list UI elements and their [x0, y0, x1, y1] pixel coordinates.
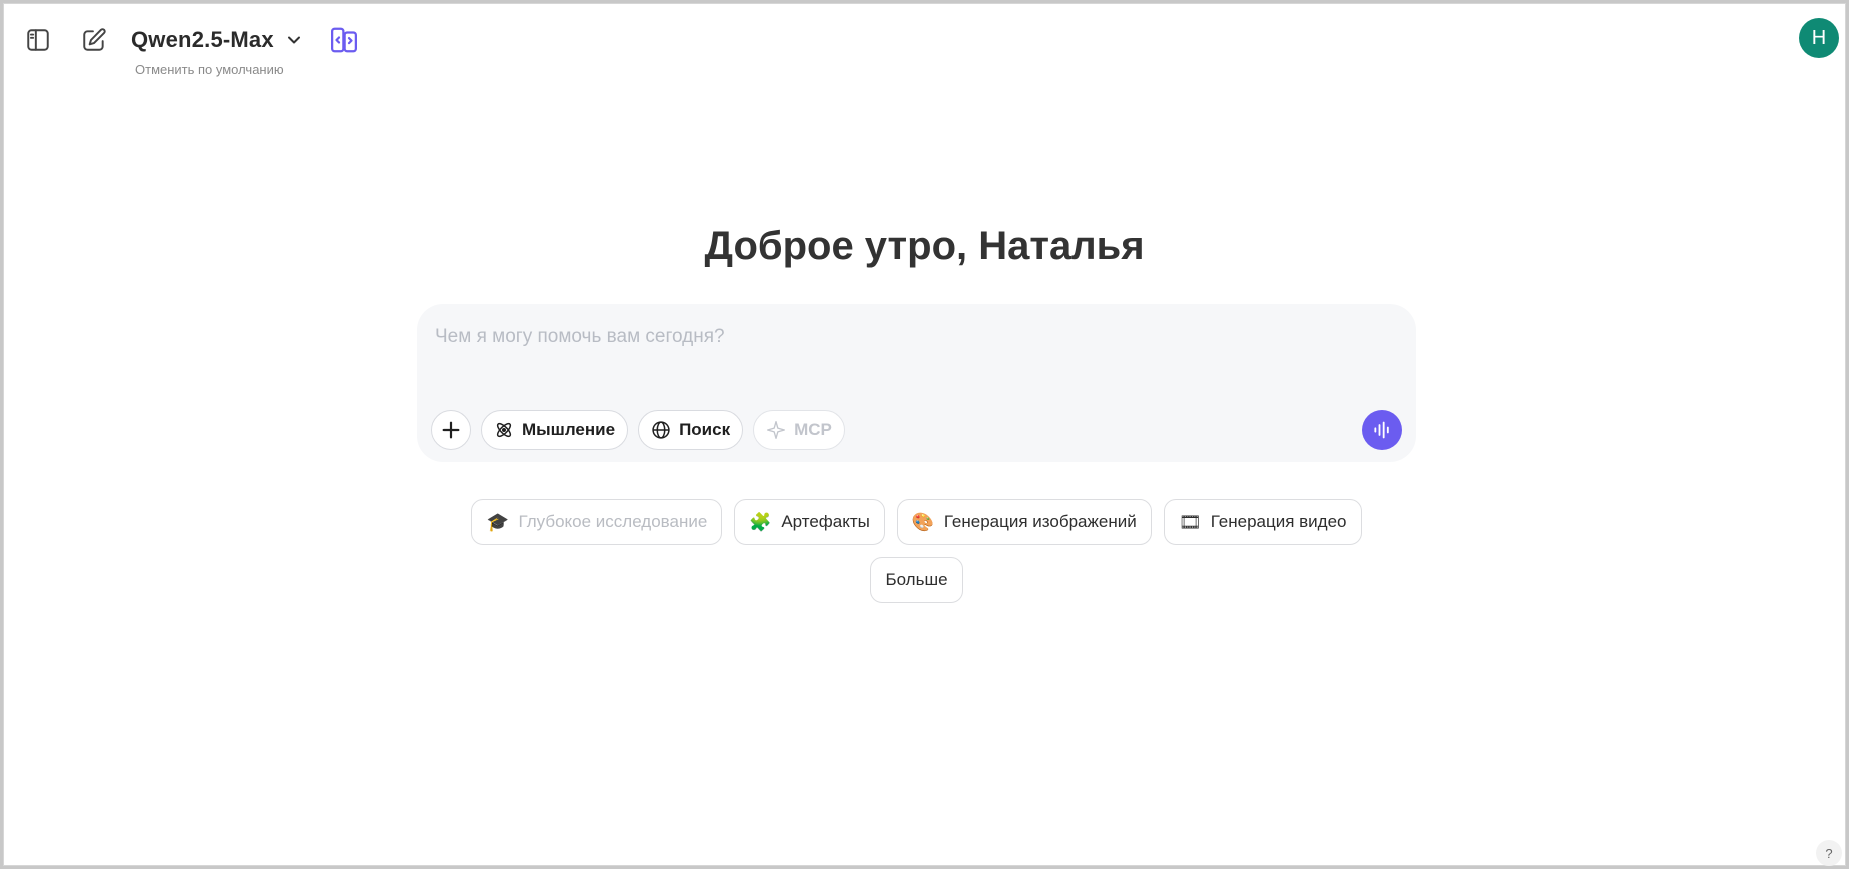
globe-icon	[652, 421, 670, 439]
more-row: Больше	[417, 557, 1416, 603]
voice-input-button[interactable]	[1362, 410, 1402, 450]
search-label: Поиск	[679, 420, 731, 439]
puzzle-icon: 🧩	[749, 511, 772, 532]
mcp-toggle[interactable]: MCP	[753, 410, 845, 450]
chip-image-generation[interactable]: 🎨 Генерация изображений	[896, 499, 1152, 545]
new-chat-icon	[83, 28, 106, 51]
mcp-label: MCP	[794, 420, 832, 439]
reset-default-link[interactable]: Отменить по умолчанию	[135, 62, 284, 77]
new-chat-button[interactable]	[76, 22, 112, 58]
composer-toolbar: Мышление Поиск MCP	[431, 410, 845, 450]
compare-models-icon	[331, 27, 357, 53]
sidebar-toggle-icon	[27, 29, 49, 51]
sidebar-toggle-button[interactable]	[20, 22, 56, 58]
app-window: Qwen2.5-Max Отменить по умолчанию H Добр…	[3, 3, 1846, 866]
chip-label: Генерация изображений	[943, 512, 1137, 531]
thinking-toggle[interactable]: Мышление	[481, 410, 629, 450]
plus-icon	[442, 421, 460, 439]
voice-wave-icon	[1374, 421, 1389, 439]
thinking-label: Мышление	[522, 420, 616, 439]
chip-label: Артефакты	[781, 512, 870, 531]
atom-icon	[496, 422, 512, 438]
user-avatar[interactable]: H	[1799, 18, 1839, 58]
model-selector[interactable]: Qwen2.5-Max	[131, 24, 304, 56]
search-toggle[interactable]: Поиск	[638, 410, 744, 450]
suggestion-row: 🎓 Глубокое исследование 🧩 Артефакты 🎨 Ге…	[417, 499, 1416, 545]
graduation-cap-icon: 🎓	[486, 511, 509, 532]
greeting-title: Доброе утро, Наталья	[704, 224, 1145, 268]
chip-more[interactable]: Больше	[870, 557, 963, 603]
chip-deep-research[interactable]: 🎓 Глубокое исследование	[471, 499, 723, 545]
chevron-down-icon	[287, 36, 300, 44]
film-icon: 🎞	[1178, 511, 1202, 532]
sparkle-icon	[767, 421, 786, 439]
chat-composer: Мышление Поиск MCP	[417, 304, 1416, 462]
chip-artifacts[interactable]: 🧩 Артефакты	[734, 499, 885, 545]
chip-video-generation[interactable]: 🎞 Генерация видео	[1163, 499, 1362, 545]
help-button[interactable]: ?	[1816, 840, 1842, 866]
chat-input[interactable]	[435, 326, 1395, 376]
compare-models-button[interactable]	[326, 22, 362, 58]
chip-label: Генерация видео	[1210, 512, 1347, 531]
attach-button[interactable]	[431, 410, 471, 450]
palette-icon: 🎨	[911, 511, 935, 532]
chip-label: Глубокое исследование	[518, 512, 708, 531]
model-name: Qwen2.5-Max	[131, 27, 274, 52]
top-bar: Qwen2.5-Max Отменить по умолчанию H	[4, 4, 1845, 84]
